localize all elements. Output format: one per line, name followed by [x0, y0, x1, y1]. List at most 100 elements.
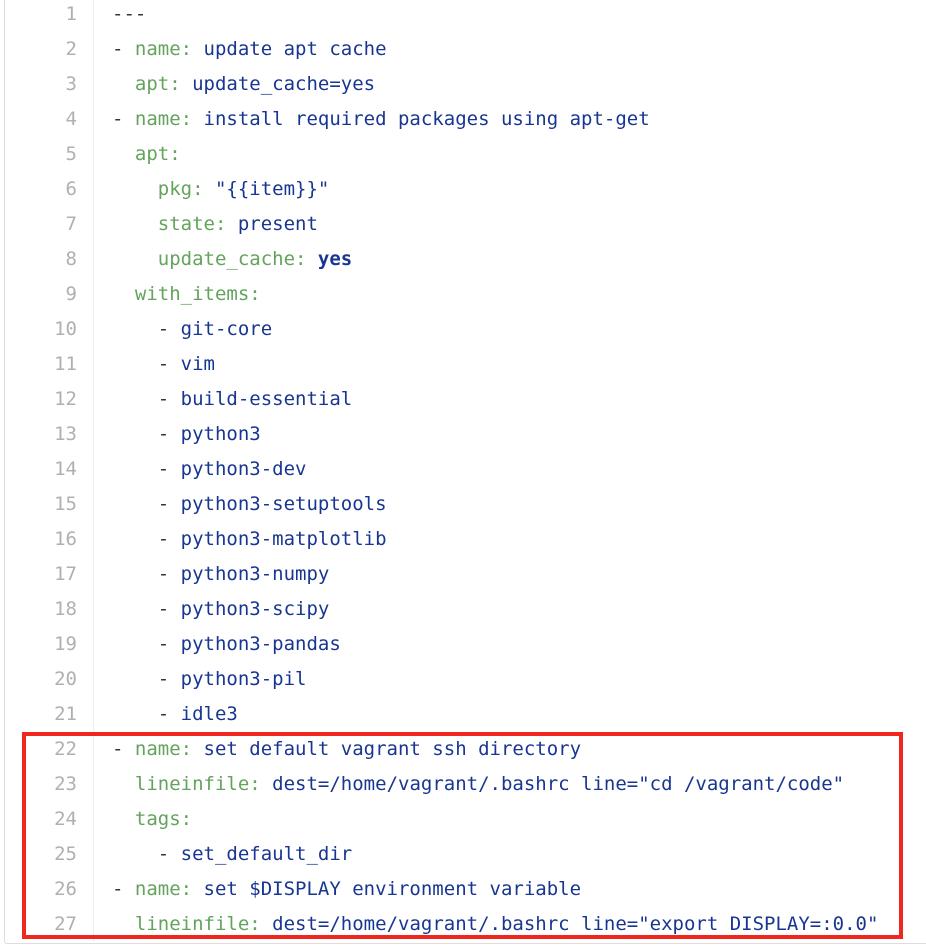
code-line: 16 - python3-matplotlib — [5, 522, 878, 557]
line-number[interactable]: 23 — [5, 767, 94, 802]
yaml-value: python3-numpy — [180, 563, 330, 585]
line-number[interactable]: 11 — [5, 347, 94, 382]
list-dash: - — [112, 878, 135, 900]
code-line: 14 - python3-dev — [5, 452, 878, 487]
yaml-key: update_cache: — [157, 248, 307, 270]
code-body: 1 --- 2- name: update apt cache 3 apt: upda… — [5, 0, 878, 942]
code-line: 9 with_items: — [5, 277, 878, 312]
line-content: - vim — [94, 347, 879, 382]
yaml-value: idle3 — [180, 703, 238, 725]
line-content: - python3-numpy — [94, 557, 879, 592]
line-number[interactable]: 19 — [5, 627, 94, 662]
code-line: 3 apt: update_cache=yes — [5, 67, 878, 102]
line-content: - name: set $DISPLAY environment variabl… — [94, 872, 879, 907]
line-number[interactable]: 10 — [5, 312, 94, 347]
list-dash: - — [112, 38, 135, 60]
yaml-key: name: — [134, 738, 193, 760]
line-number[interactable]: 3 — [5, 67, 94, 102]
code-line: 4- name: install required packages using… — [5, 102, 878, 137]
line-number[interactable]: 22 — [5, 732, 94, 767]
line-number[interactable]: 9 — [5, 277, 94, 312]
list-dash: - — [157, 703, 181, 725]
yaml-value: vim — [180, 353, 215, 375]
line-number[interactable]: 12 — [5, 382, 94, 417]
line-number[interactable]: 20 — [5, 662, 94, 697]
code-line: 26- name: set $DISPLAY environment varia… — [5, 872, 878, 907]
line-number[interactable]: 26 — [5, 872, 94, 907]
line-content: lineinfile: dest=/home/vagrant/.bashrc l… — [94, 907, 879, 942]
code-line: 18 - python3-scipy — [5, 592, 878, 627]
line-content: - git-core — [94, 312, 879, 347]
list-dash: - — [157, 598, 181, 620]
line-number[interactable]: 16 — [5, 522, 94, 557]
yaml-value: dest=/home/vagrant/.bashrc line="export … — [260, 913, 879, 935]
line-content: - python3-setuptools — [94, 487, 879, 522]
yaml-value: git-core — [180, 318, 273, 340]
list-dash: - — [157, 633, 181, 655]
code-viewer: 1 --- 2- name: update apt cache 3 apt: upda… — [4, 0, 926, 944]
yaml-value: python3 — [180, 423, 261, 445]
code-line: 15 - python3-setuptools — [5, 487, 878, 522]
line-number[interactable]: 27 — [5, 907, 94, 942]
line-number[interactable]: 5 — [5, 137, 94, 172]
yaml-key: apt: — [134, 143, 181, 165]
line-number[interactable]: 7 — [5, 207, 94, 242]
line-number[interactable]: 2 — [5, 32, 94, 67]
line-number[interactable]: 13 — [5, 417, 94, 452]
line-number[interactable]: 17 — [5, 557, 94, 592]
yaml-key: tags: — [134, 808, 193, 830]
yaml-value: python3-pandas — [180, 633, 341, 655]
list-dash: - — [157, 528, 181, 550]
line-number[interactable]: 21 — [5, 697, 94, 732]
code-line: 27 lineinfile: dest=/home/vagrant/.bashr… — [5, 907, 878, 942]
line-number[interactable]: 8 — [5, 242, 94, 277]
list-dash: - — [157, 318, 181, 340]
list-dash: - — [157, 493, 181, 515]
code-line: 23 lineinfile: dest=/home/vagrant/.bashr… — [5, 767, 878, 802]
code-line: 6 pkg: "{{item}}" — [5, 172, 878, 207]
line-content: update_cache: yes — [94, 242, 879, 277]
yaml-value: present — [226, 213, 318, 235]
line-content: - build-essential — [94, 382, 879, 417]
line-number[interactable]: 14 — [5, 452, 94, 487]
yaml-value: build-essential — [180, 388, 353, 410]
code-line: 22- name: set default vagrant ssh direct… — [5, 732, 878, 767]
list-dash: - — [112, 108, 135, 130]
code-line: 20 - python3-pil — [5, 662, 878, 697]
yaml-key: lineinfile: — [134, 773, 261, 795]
list-dash: --- — [112, 3, 147, 25]
yaml-value: update_cache=yes — [180, 73, 376, 95]
line-content: - set_default_dir — [94, 837, 879, 872]
line-number[interactable]: 1 — [5, 0, 94, 32]
yaml-value: python3-setuptools — [180, 493, 387, 515]
line-content: - python3-pil — [94, 662, 879, 697]
line-number[interactable]: 25 — [5, 837, 94, 872]
line-number[interactable]: 18 — [5, 592, 94, 627]
yaml-value: "{{item}}" — [203, 178, 330, 200]
code-line: 8 update_cache: yes — [5, 242, 878, 277]
line-content: - name: update apt cache — [94, 32, 879, 67]
line-number[interactable]: 4 — [5, 102, 94, 137]
list-dash: - — [157, 843, 181, 865]
line-content: lineinfile: dest=/home/vagrant/.bashrc l… — [94, 767, 879, 802]
line-number[interactable]: 6 — [5, 172, 94, 207]
yaml-value: install required packages using apt-get — [192, 108, 650, 130]
yaml-value: set default vagrant ssh directory — [192, 738, 582, 760]
list-dash: - — [157, 353, 181, 375]
code-line: 10 - git-core — [5, 312, 878, 347]
line-number[interactable]: 24 — [5, 802, 94, 837]
list-dash: - — [157, 458, 181, 480]
line-content: - python3-scipy — [94, 592, 879, 627]
code-line: 2- name: update apt cache — [5, 32, 878, 67]
yaml-value: python3-scipy — [180, 598, 330, 620]
line-content: state: present — [94, 207, 879, 242]
line-number[interactable]: 15 — [5, 487, 94, 522]
